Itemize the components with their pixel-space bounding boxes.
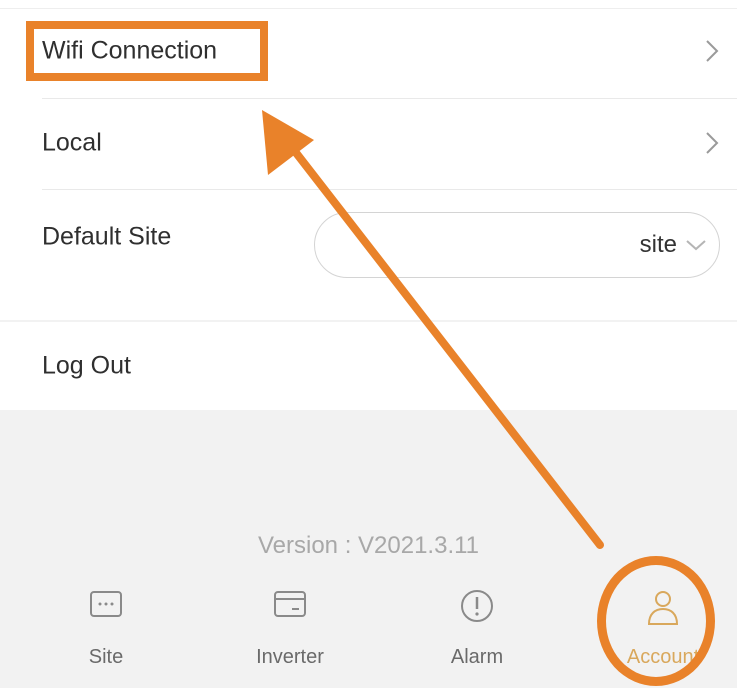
annotation-arrow <box>262 110 604 549</box>
